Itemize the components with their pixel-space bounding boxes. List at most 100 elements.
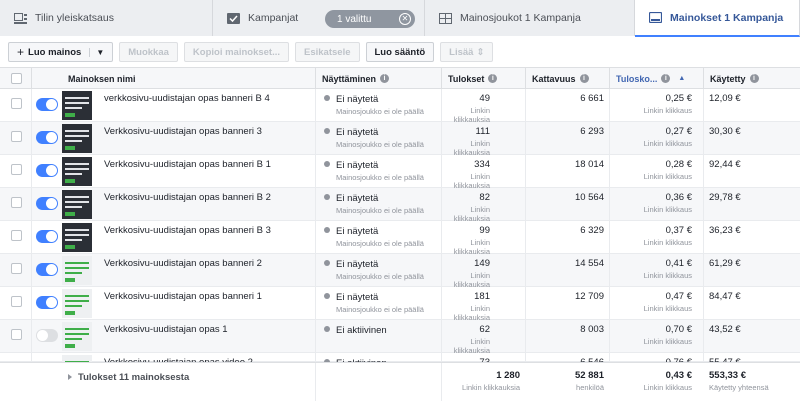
row-checkbox[interactable] bbox=[11, 98, 22, 109]
cost-value: 0,37 € bbox=[665, 225, 692, 236]
reach: 6 293 bbox=[580, 126, 604, 137]
row-spent-cell: 30,30 € bbox=[704, 122, 800, 154]
row-checkbox[interactable] bbox=[11, 329, 22, 340]
ad-toggle-switch[interactable] bbox=[36, 230, 58, 243]
cost-per-result: 0,27 € Linkin klikkaus bbox=[610, 126, 692, 148]
reach: 8 003 bbox=[580, 324, 604, 335]
tab-ads[interactable]: Mainokset 1 Kampanja bbox=[635, 0, 800, 37]
delivery-status: Ei aktiivinen bbox=[324, 325, 387, 338]
status-dot-icon bbox=[324, 95, 330, 101]
close-icon[interactable]: ✕ bbox=[399, 13, 411, 25]
row-results-cell: 149 Linkin klikkauksia bbox=[442, 254, 526, 289]
results-value: 49 bbox=[479, 93, 490, 104]
row-select-cell bbox=[0, 122, 32, 154]
create-ad-button[interactable]: + Luo mainos ▼ bbox=[8, 42, 114, 62]
edit-button[interactable]: Muokkaa bbox=[119, 42, 178, 62]
row-reach-cell: 8 003 bbox=[526, 320, 610, 352]
select-all-checkbox[interactable] bbox=[11, 73, 22, 84]
more-button[interactable]: Lisää ⇕ bbox=[440, 42, 494, 62]
row-spent-cell: 84,47 € bbox=[704, 287, 800, 319]
preview-button[interactable]: Esikatsele bbox=[295, 42, 360, 62]
ad-toggle-switch[interactable] bbox=[36, 98, 58, 111]
table-row[interactable]: Verkkosivu-uudistajan opas banneri B 2 Ei… bbox=[0, 188, 800, 223]
table-row[interactable]: Verkkosivu-uudistajan opas banneri 2 Ei n… bbox=[0, 254, 800, 289]
delivery-status: Ei näytetä Mainosjoukko ei ole päällä bbox=[324, 127, 424, 149]
ad-toggle-switch[interactable] bbox=[36, 329, 58, 342]
ad-toggle-switch[interactable] bbox=[36, 296, 58, 309]
row-delivery-cell: Ei näytetä Mainosjoukko ei ole päällä bbox=[316, 155, 442, 187]
sort-ascending-icon[interactable]: ▲ bbox=[678, 75, 685, 82]
reach: 12 709 bbox=[574, 291, 604, 302]
results: 149 Linkin klikkauksia bbox=[442, 258, 490, 289]
table-row[interactable]: Verkkosivu-uudistajan opas video 2Ei akt… bbox=[0, 353, 800, 385]
cost-sub: Linkin klikkaus bbox=[643, 139, 692, 148]
delivery-status-label: Ei näytetä bbox=[336, 94, 379, 105]
row-spent-cell: 43,52 € bbox=[704, 320, 800, 352]
info-icon[interactable]: i bbox=[749, 74, 759, 83]
footer-reach: 52 881 henkilöä bbox=[526, 370, 604, 392]
table-row[interactable]: Verkkosivu-uudistajan opas banneri 1 Ei n… bbox=[0, 287, 800, 322]
spent: 92,44 € bbox=[709, 159, 741, 170]
delivery-status-label: Ei aktiivinen bbox=[336, 325, 387, 336]
ad-thumbnail bbox=[62, 322, 92, 351]
row-spent-cell: 61,29 € bbox=[704, 254, 800, 286]
ad-name[interactable]: Verkkosivu-uudistajan opas banneri 3 bbox=[104, 126, 262, 137]
table-row[interactable]: Verkkosivu-uudistajan opas banneri B 3 Ei… bbox=[0, 221, 800, 256]
delivery-status: Ei näytetä Mainosjoukko ei ole päällä bbox=[324, 259, 424, 281]
table-row[interactable]: verkkosivu-uudistajan opas banneri B 4 Ei… bbox=[0, 89, 800, 124]
row-name-cell: Verkkosivu-uudistajan opas banneri 1 bbox=[32, 287, 316, 319]
ad-name[interactable]: verkkosivu-uudistajan opas banneri B 4 bbox=[104, 93, 270, 104]
results-value: 181 bbox=[474, 291, 490, 302]
chevron-down-icon[interactable]: ▼ bbox=[89, 47, 104, 57]
tab-label: Mainokset 1 Kampanja bbox=[670, 11, 784, 24]
tab-account-overview[interactable]: Tilin yleiskatsaus bbox=[0, 0, 213, 36]
create-rule-button[interactable]: Luo sääntö bbox=[365, 42, 435, 62]
row-results-cell: 82 Linkin klikkauksia bbox=[442, 188, 526, 223]
row-delivery-cell: Ei näytetä Mainosjoukko ei ole päällä bbox=[316, 89, 442, 121]
info-icon[interactable]: i bbox=[488, 74, 498, 83]
selection-pill[interactable]: 1 valittu ✕ bbox=[325, 10, 415, 28]
ad-name[interactable]: Verkkosivu-uudistajan opas banneri B 2 bbox=[104, 192, 271, 203]
tab-label: Kampanjat bbox=[248, 12, 299, 24]
ad-name[interactable]: Verkkosivu-uudistajan opas banneri 2 bbox=[104, 258, 262, 269]
ad-toggle-switch[interactable] bbox=[36, 164, 58, 177]
row-results-cell: 49 Linkin klikkauksia bbox=[442, 89, 526, 124]
tab-adsets[interactable]: Mainosjoukot 1 Kampanja bbox=[425, 0, 635, 36]
info-icon[interactable]: i bbox=[661, 74, 671, 83]
row-cost-cell: 0,28 € Linkin klikkaus bbox=[610, 155, 704, 187]
ad-toggle-switch[interactable] bbox=[36, 263, 58, 276]
ad-name[interactable]: Verkkosivu-uudistajan opas banneri 1 bbox=[104, 291, 262, 302]
cost-per-result: 0,36 € Linkin klikkaus bbox=[610, 192, 692, 214]
ad-name[interactable]: Verkkosivu-uudistajan opas 1 bbox=[104, 324, 228, 335]
column-header-delivery[interactable]: Näyttäminen i bbox=[316, 68, 442, 89]
ad-name[interactable]: Verkkosivu-uudistajan opas banneri B 1 bbox=[104, 159, 271, 170]
row-checkbox[interactable] bbox=[11, 263, 22, 274]
column-header-cost-per-result[interactable]: Tulosko... i ▲ bbox=[610, 68, 704, 89]
ad-name[interactable]: Verkkosivu-uudistajan opas banneri B 3 bbox=[104, 225, 271, 236]
ad-toggle-switch[interactable] bbox=[36, 197, 58, 210]
table-row[interactable]: Verkkosivu-uudistajan opas 1 Ei aktiivine… bbox=[0, 320, 800, 355]
table-row[interactable]: Verkkosivu-uudistajan opas banneri B 1 Ei… bbox=[0, 155, 800, 190]
row-checkbox[interactable] bbox=[11, 131, 22, 142]
cost-value: 0,47 € bbox=[665, 291, 692, 302]
status-dot-icon bbox=[324, 161, 330, 167]
table-header: Mainoksen nimi Näyttäminen i Tulokset i Ka… bbox=[0, 67, 800, 89]
info-icon[interactable]: i bbox=[579, 74, 589, 83]
table-row[interactable]: Verkkosivu-uudistajan opas banneri 3 Ei n… bbox=[0, 122, 800, 157]
ad-thumbnail bbox=[62, 223, 92, 252]
column-header-spent[interactable]: Käytetty i bbox=[704, 68, 800, 89]
info-icon[interactable]: i bbox=[380, 74, 390, 83]
row-reach-cell: 18 014 bbox=[526, 155, 610, 187]
row-checkbox[interactable] bbox=[11, 230, 22, 241]
copy-ads-button[interactable]: Kopioi mainokset... bbox=[183, 42, 290, 62]
row-checkbox[interactable] bbox=[11, 296, 22, 307]
row-checkbox[interactable] bbox=[11, 197, 22, 208]
row-checkbox[interactable] bbox=[11, 164, 22, 175]
column-header-reach[interactable]: Kattavuus i bbox=[526, 68, 610, 89]
spent: 84,47 € bbox=[709, 291, 741, 302]
column-header-name[interactable]: Mainoksen nimi bbox=[32, 68, 316, 89]
ad-toggle-switch[interactable] bbox=[36, 131, 58, 144]
column-header-results[interactable]: Tulokset i bbox=[442, 68, 526, 89]
footer-label[interactable]: Tulokset 11 mainoksesta bbox=[68, 372, 189, 383]
ad-thumbnail bbox=[62, 91, 92, 120]
